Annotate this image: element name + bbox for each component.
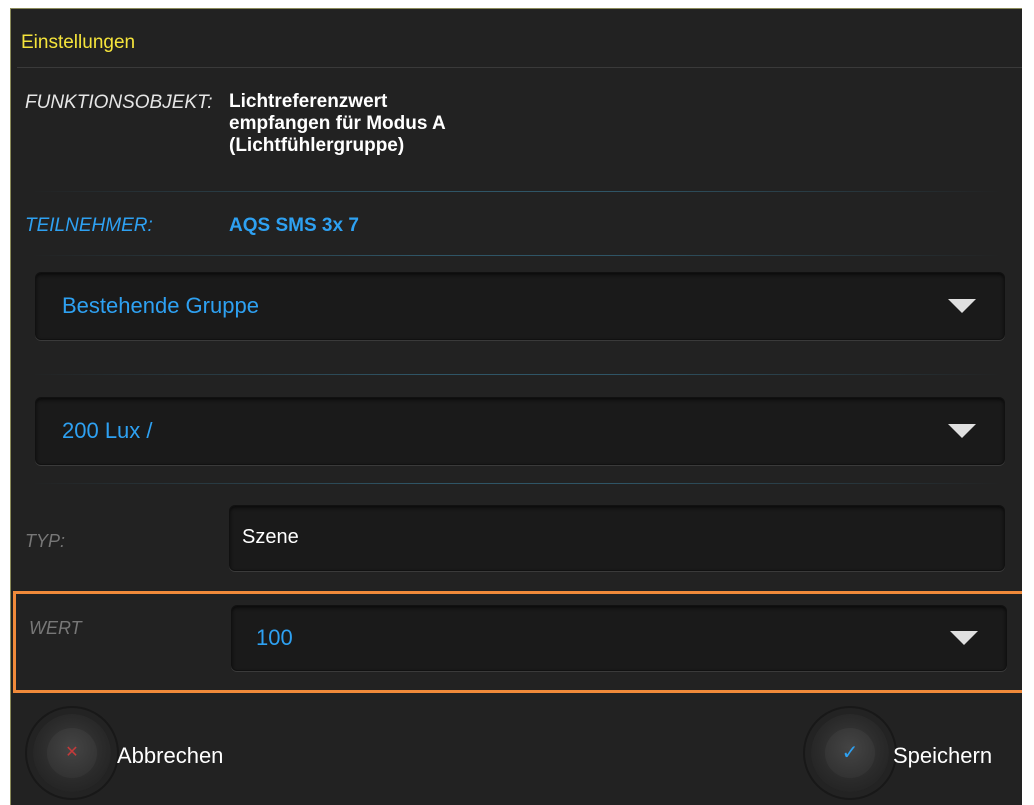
teilnehmer-value: AQS SMS 3x 7 — [229, 215, 359, 236]
divider — [31, 483, 1002, 484]
save-button-circle[interactable]: ✓ — [811, 714, 889, 792]
divider — [31, 374, 1002, 375]
wert-dropdown[interactable]: 100 — [231, 605, 1007, 671]
cancel-button-label[interactable]: Abbrechen — [117, 743, 223, 769]
funktionsobjekt-label: FUNKTIONSOBJEKT: — [25, 92, 213, 113]
cancel-button[interactable]: ✕ Abbrechen — [33, 714, 273, 794]
divider — [31, 191, 1002, 192]
wert-label: WERT — [29, 618, 82, 638]
chevron-down-icon — [948, 299, 976, 313]
wert-dropdown-value: 100 — [256, 625, 293, 650]
funktionsobjekt-value: Lichtreferenzwert empfangen für Modus A … — [229, 91, 446, 156]
group-dropdown-value: Bestehende Gruppe — [62, 293, 259, 318]
dialog-title: Einstellungen — [21, 32, 136, 53]
cancel-button-circle[interactable]: ✕ — [33, 714, 111, 792]
typ-field: Szene — [229, 505, 1005, 571]
teilnehmer-label: TEILNEHMER: — [25, 215, 153, 236]
divider — [31, 255, 1002, 256]
chevron-down-icon — [950, 631, 978, 645]
checkmark-icon: ✓ — [825, 728, 875, 778]
save-button-label[interactable]: Speichern — [893, 743, 992, 769]
lux-dropdown-value: 200 Lux / — [62, 418, 153, 443]
lux-dropdown[interactable]: 200 Lux / — [35, 397, 1005, 465]
x-icon: ✕ — [47, 728, 97, 778]
title-divider — [17, 67, 1022, 68]
typ-value: Szene — [242, 526, 299, 548]
settings-dialog: Einstellungen FUNKTIONSOBJEKT: Lichtrefe… — [10, 8, 1022, 805]
typ-label: TYP: — [25, 531, 66, 551]
save-button[interactable]: ✓ Speichern — [811, 714, 1021, 794]
group-dropdown[interactable]: Bestehende Gruppe — [35, 272, 1005, 340]
chevron-down-icon — [948, 424, 976, 438]
